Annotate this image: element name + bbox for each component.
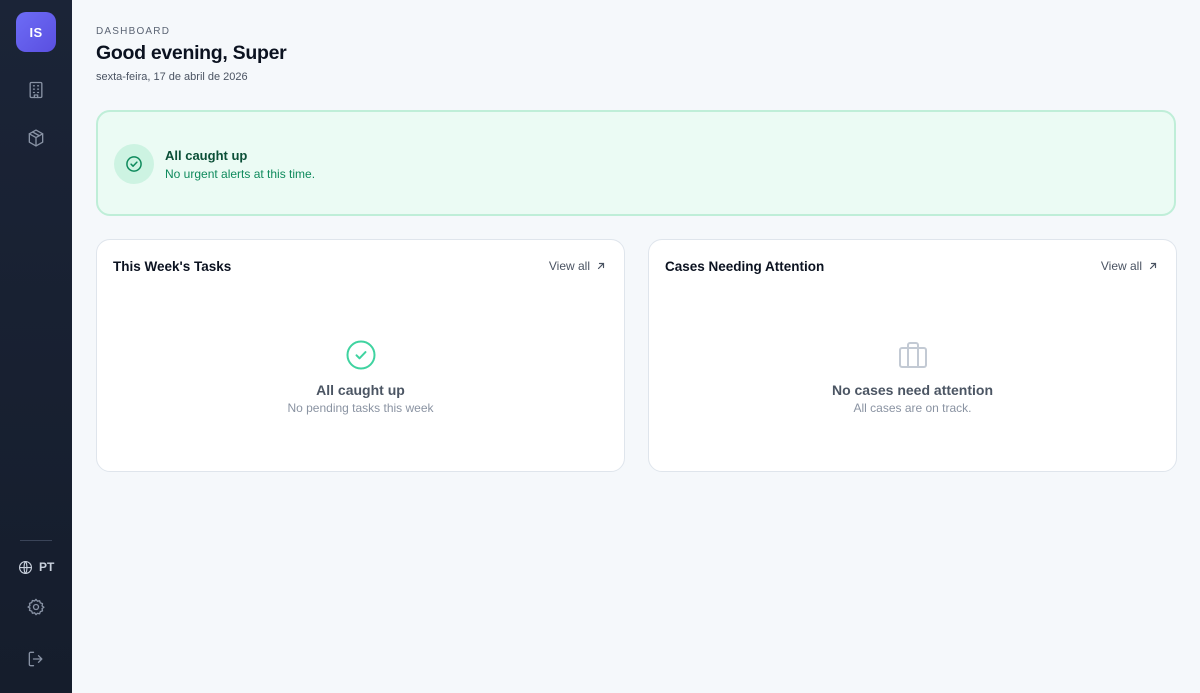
page-date: sexta-feira, 17 de abril de 2026 xyxy=(96,71,248,83)
cases-card-title: Cases Needing Attention xyxy=(665,259,825,274)
tasks-card: This Week's Tasks View all All caught up… xyxy=(96,239,625,472)
briefcase-icon xyxy=(898,340,928,370)
alert-title: All caught up xyxy=(165,148,248,163)
sidebar: IS PT xyxy=(0,0,72,693)
view-all-label: View all xyxy=(548,259,590,273)
building-icon[interactable] xyxy=(24,78,48,102)
arrow-up-right-icon xyxy=(597,262,605,270)
view-all-label: View all xyxy=(1100,259,1142,273)
logo-avatar[interactable]: IS xyxy=(16,12,56,52)
check-circle-icon xyxy=(114,144,154,184)
cases-view-all-link[interactable]: View all xyxy=(1101,259,1158,273)
tasks-empty-title: All caught up xyxy=(316,382,405,398)
gear-icon[interactable] xyxy=(24,595,48,619)
language-switcher[interactable]: PT xyxy=(18,558,54,576)
package-icon[interactable] xyxy=(24,126,48,150)
alert-banner: All caught up No urgent alerts at this t… xyxy=(96,110,1176,216)
sidebar-divider xyxy=(20,540,52,541)
globe-icon xyxy=(19,560,32,574)
page-kicker: DASHBOARD xyxy=(96,26,171,37)
logout-icon[interactable] xyxy=(24,647,48,671)
tasks-view-all-link[interactable]: View all xyxy=(549,259,606,273)
language-code: PT xyxy=(39,560,55,574)
alert-text: No urgent alerts at this time. xyxy=(165,167,316,181)
page-title: Good evening, Super xyxy=(96,42,287,64)
cases-empty-text: All cases are on track. xyxy=(853,401,972,415)
tasks-empty-text: No pending tasks this week xyxy=(287,401,434,415)
tasks-card-title: This Week's Tasks xyxy=(113,259,232,274)
check-circle-icon xyxy=(346,340,376,370)
arrow-up-right-icon xyxy=(1149,262,1157,270)
cases-card: Cases Needing Attention View all No case… xyxy=(648,239,1177,472)
cases-empty-title: No cases need attention xyxy=(831,382,994,398)
